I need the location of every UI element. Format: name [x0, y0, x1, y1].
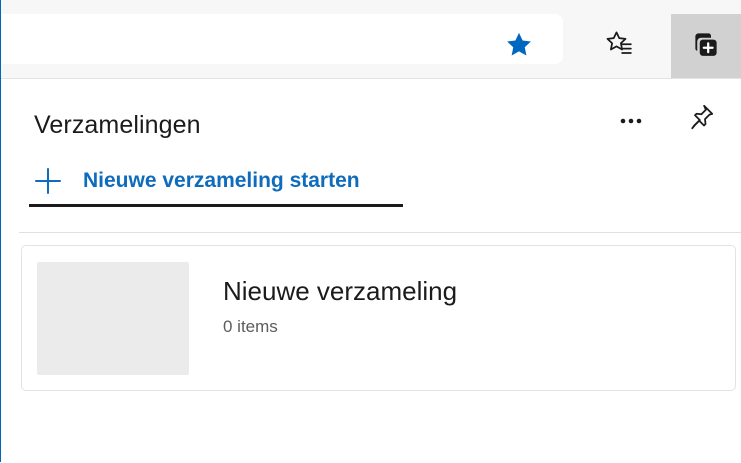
more-options-icon — [620, 112, 642, 130]
favorites-list-icon — [604, 28, 634, 63]
pin-panel-button[interactable] — [681, 99, 721, 139]
more-options-button[interactable] — [611, 101, 651, 141]
panel-title: Verzamelingen — [34, 111, 201, 139]
focus-indicator — [29, 204, 403, 207]
plus-icon — [31, 164, 65, 198]
collection-item-count: 0 items — [223, 317, 278, 336]
collection-name: Nieuwe verzameling — [223, 276, 458, 306]
address-bar[interactable] — [1, 14, 563, 64]
collection-card[interactable]: Nieuwe verzameling 0 items — [21, 245, 736, 391]
new-collection-button[interactable]: Nieuwe verzameling starten — [31, 163, 360, 199]
divider — [19, 232, 741, 233]
collections-icon — [691, 29, 721, 64]
pin-icon — [686, 102, 716, 137]
new-collection-label: Nieuwe verzameling starten — [83, 169, 360, 192]
collections-button[interactable] — [671, 14, 741, 78]
favorite-star-button[interactable] — [493, 22, 545, 72]
favorites-button[interactable] — [593, 20, 645, 70]
browser-toolbar — [1, 0, 741, 79]
star-filled-icon — [504, 30, 534, 65]
collections-panel: Verzamelingen Nieuwe verzameling starten — [1, 79, 741, 463]
collection-thumbnail — [37, 262, 189, 375]
